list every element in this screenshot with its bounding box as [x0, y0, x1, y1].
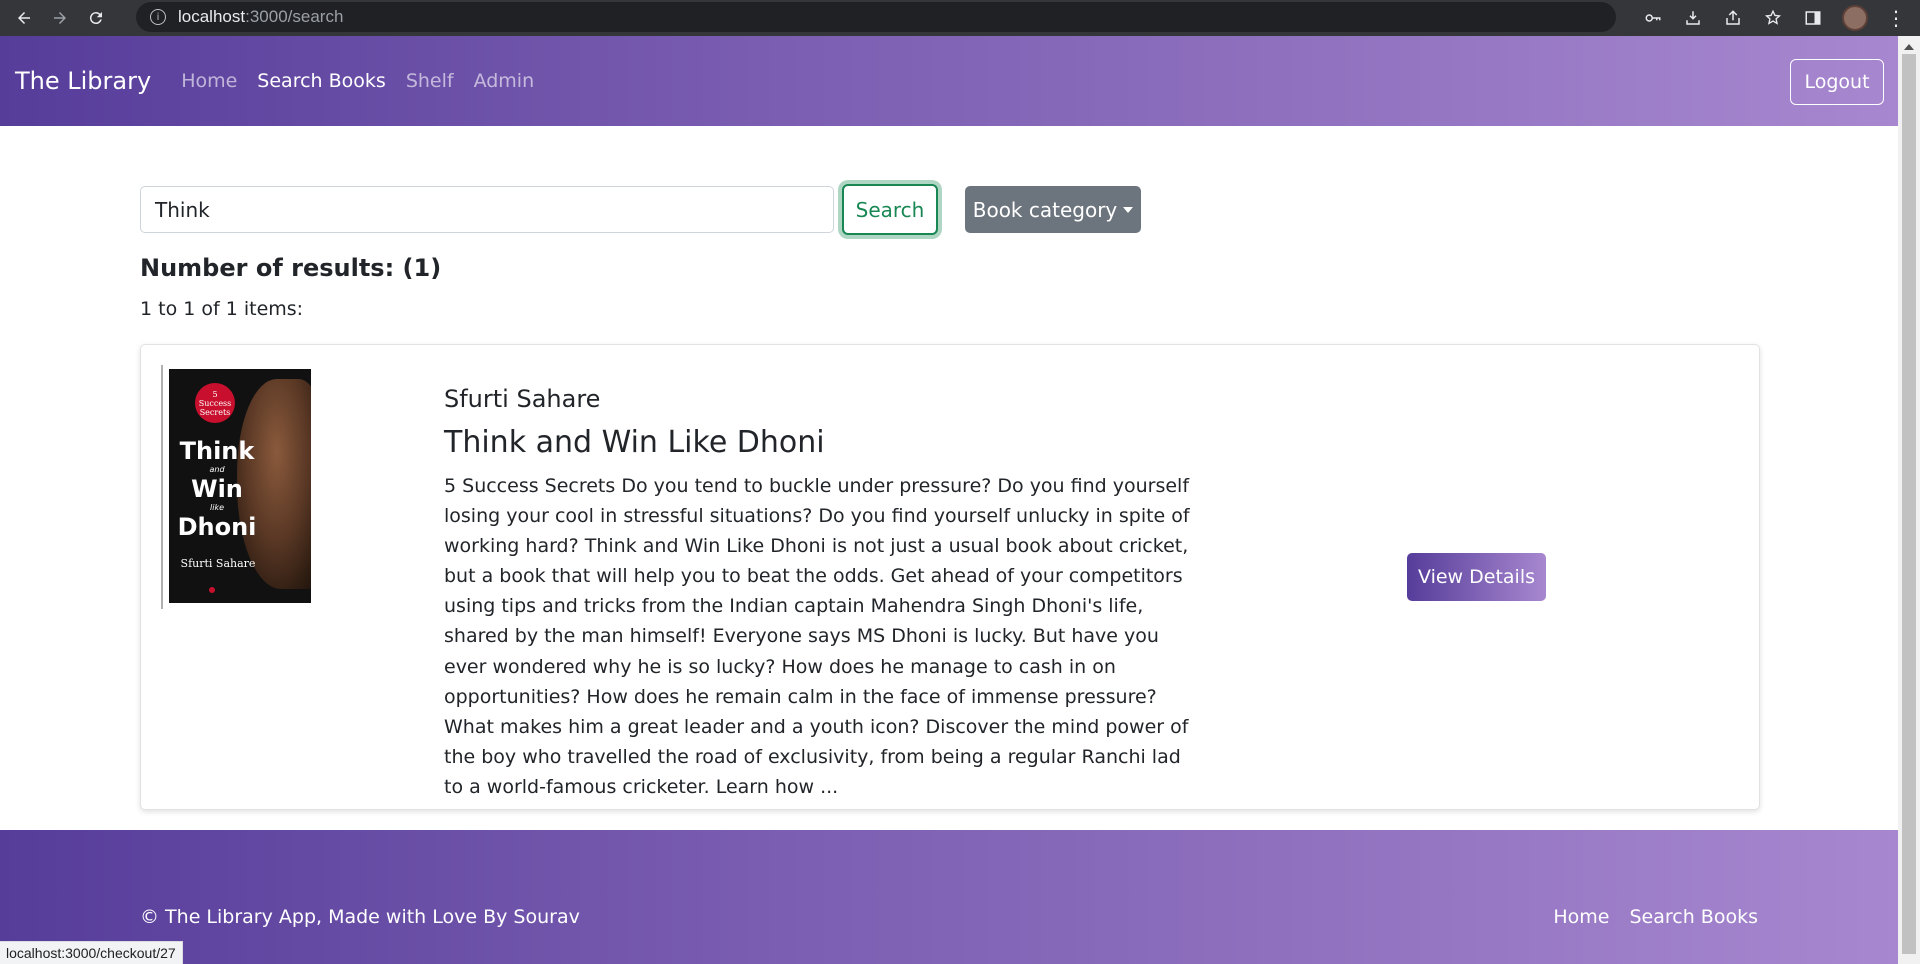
url-path: :3000/search [245, 7, 344, 26]
nav-search-books[interactable]: Search Books [257, 70, 386, 92]
book-category-dropdown[interactable]: Book category [965, 186, 1141, 233]
search-button[interactable]: Search [842, 184, 938, 235]
view-details-button[interactable]: View Details [1407, 553, 1546, 601]
cover-publisher-mark [209, 587, 215, 593]
book-category-label: Book category [972, 197, 1118, 222]
brand-link[interactable]: The Library [15, 67, 151, 95]
results-range-text: 1 to 1 of 1 items: [140, 298, 304, 320]
nav-admin[interactable]: Admin [474, 70, 535, 92]
search-input[interactable]: Think [140, 186, 834, 233]
reload-icon[interactable] [84, 6, 108, 30]
footer-links: Home Search Books [1533, 906, 1758, 928]
share-icon[interactable] [1722, 7, 1744, 29]
cover-title: Think and Win like Dhoni [177, 437, 257, 541]
book-description: 5 Success Secrets Do you tend to buckle … [444, 475, 1190, 798]
logout-button[interactable]: Logout [1790, 59, 1884, 105]
side-panel-icon[interactable] [1802, 7, 1824, 29]
scroll-up-icon[interactable] [1904, 44, 1914, 50]
cover-author: Sfurti Sahare [180, 557, 256, 570]
nav-links: Home Search Books Shelf Admin [181, 70, 554, 92]
book-cover-image: 5 Success Secrets Think and Win like Dho… [161, 365, 315, 609]
caret-down-icon [1123, 206, 1134, 213]
url-host: localhost [178, 7, 246, 26]
nav-home[interactable]: Home [181, 70, 237, 92]
forward-icon[interactable] [48, 6, 72, 30]
book-title: Think and Win Like Dhoni [444, 425, 825, 460]
address-bar[interactable]: i localhost:3000/search [136, 2, 1616, 32]
bookmark-star-icon[interactable] [1762, 7, 1784, 29]
key-icon[interactable] [1642, 7, 1664, 29]
info-icon[interactable]: i [150, 9, 166, 25]
footer-link-home[interactable]: Home [1553, 906, 1609, 928]
nav-shelf[interactable]: Shelf [406, 70, 454, 92]
browser-toolbar: i localhost:3000/search ⋮ [0, 0, 1920, 36]
footer-link-search-books[interactable]: Search Books [1629, 906, 1758, 928]
page-footer: © The Library App, Made with Love By Sou… [0, 830, 1898, 964]
results-count-heading: Number of results: (1) [140, 254, 442, 282]
menu-icon[interactable]: ⋮ [1886, 6, 1906, 30]
back-icon[interactable] [12, 6, 36, 30]
cover-badge: 5 Success Secrets [195, 383, 235, 423]
app-navbar: The Library Home Search Books Shelf Admi… [0, 36, 1898, 126]
book-author: Sfurti Sahare [444, 385, 601, 413]
install-icon[interactable] [1682, 7, 1704, 29]
profile-avatar[interactable] [1842, 5, 1868, 31]
footer-copyright: © The Library App, Made with Love By Sou… [140, 906, 580, 928]
page-scrollbar[interactable] [1898, 36, 1920, 964]
scrollbar-thumb[interactable] [1902, 54, 1916, 954]
book-result-card: 5 Success Secrets Think and Win like Dho… [140, 344, 1760, 810]
link-status-bar: localhost:3000/checkout/27 [0, 941, 183, 964]
